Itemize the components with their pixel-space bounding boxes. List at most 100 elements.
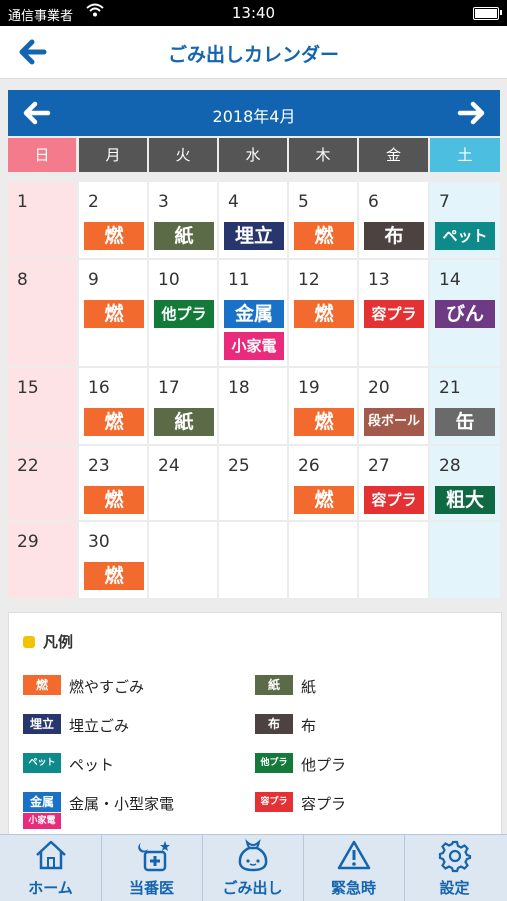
legend-badge: 埋立 (23, 714, 61, 734)
day-number: 22 (17, 456, 39, 476)
calendar-day-cell[interactable]: 4 埋立 (219, 182, 287, 258)
day-number: 25 (228, 456, 250, 476)
legend-badge: 布 (255, 714, 293, 734)
legend-item: 紙紙 (255, 675, 475, 697)
day-number: 8 (17, 270, 28, 290)
legend-badge: 容プラ (255, 792, 293, 812)
calendar-day-cell[interactable]: 7 ペット (430, 182, 500, 258)
calendar-day-cell[interactable]: 10 他プラ (149, 260, 217, 366)
battery-tip (500, 10, 502, 15)
gear-icon (438, 839, 472, 873)
tab-label: 緊急時 (330, 879, 376, 897)
day-number: 16 (88, 378, 110, 398)
calendar-day-cell[interactable]: 3紙 (149, 182, 217, 258)
legend-item: 埋立 埋立ごみ (23, 714, 243, 736)
day-number: 3 (158, 192, 169, 212)
weekday-label: 火 (149, 138, 217, 172)
legend-item: ペット ペット (23, 753, 243, 775)
day-number: 13 (368, 270, 390, 290)
calendar-day-cell[interactable]: 24 (149, 446, 217, 520)
garbage-badge-moeru: 燃 (294, 408, 354, 436)
calendar-day-cell[interactable]: 19 燃 (289, 368, 357, 444)
tab-label: ホーム (28, 879, 73, 897)
garbage-badge-moeru: 燃 (84, 408, 144, 436)
day-number: 19 (298, 378, 320, 398)
day-number: 5 (298, 192, 309, 212)
calendar-day-cell[interactable]: 8 (8, 260, 76, 366)
garbage-badge-kinzoku: 金属 (224, 300, 284, 328)
day-number: 21 (439, 378, 461, 398)
day-number: 28 (439, 456, 461, 476)
calendar-day-cell[interactable]: 30 燃 (79, 522, 147, 598)
legend-text: 紙 (301, 678, 317, 696)
day-number: 4 (228, 192, 239, 212)
tab-emergency[interactable]: 緊急時 (303, 835, 405, 901)
tab-garbage[interactable]: ごみ出し (202, 835, 304, 901)
calendar-day-cell (219, 522, 287, 598)
calendar-day-cell[interactable]: 20 段ボール (359, 368, 428, 444)
legend-item: 容プラ 容プラ (255, 792, 475, 814)
calendar-day-cell[interactable]: 22 (8, 446, 76, 520)
month-label: 2018年4月 (212, 107, 296, 126)
calendar-day-cell[interactable]: 2燃 (79, 182, 147, 258)
day-number: 15 (17, 378, 39, 398)
day-number: 18 (228, 378, 250, 398)
calendar-day-cell[interactable]: 29 (8, 522, 76, 598)
legend-text: 他プラ (301, 756, 347, 774)
calendar-day-cell[interactable]: 23 燃 (79, 446, 147, 520)
legend-text: 燃やすごみ (69, 678, 145, 696)
calendar-day-cell[interactable]: 15 (8, 368, 76, 444)
garbage-badge-moeru: 燃 (84, 486, 144, 514)
nav-bar: ごみ出しカレンダー (0, 26, 507, 79)
tab-label: 設定 (439, 879, 470, 897)
garbage-badge-kan: 缶 (435, 408, 495, 436)
weekday-label: 金 (359, 138, 428, 172)
legend-text: 金属・小型家電 (69, 795, 175, 813)
calendar-day-cell[interactable]: 9燃 (79, 260, 147, 366)
calendar-day-cell[interactable]: 12 燃 (289, 260, 357, 366)
calendar-day-cell[interactable]: 14 びん (430, 260, 500, 366)
tab-night-doctor[interactable]: 当番医 (101, 835, 203, 901)
tab-label: ごみ出し (222, 879, 283, 897)
home-icon (34, 839, 68, 871)
legend-panel: 凡例 燃燃やすごみ紙紙埋立 埋立ごみ布布ペット ペット 他プラ 他プラ 金属 小家電 金属・小… (8, 612, 502, 836)
calendar-day-cell[interactable]: 27 容プラ (359, 446, 428, 520)
calendar-header: 2018年4月 (8, 90, 500, 136)
calendar-day-cell[interactable]: 26 燃 (289, 446, 357, 520)
weekday-label: 木 (289, 138, 357, 172)
warning-icon (337, 839, 371, 871)
calendar-day-cell[interactable]: 5燃 (289, 182, 357, 258)
garbage-badge-umetate: 埋立 (224, 222, 284, 250)
calendar-day-cell[interactable]: 13 容プラ (359, 260, 428, 366)
garbage-badge-yopura: 容プラ (364, 300, 424, 328)
calendar-day-cell[interactable]: 1 (8, 182, 76, 258)
garbage-badge-moeru: 燃 (294, 222, 354, 250)
garbage-badge-danboru: 段ボール (364, 408, 424, 436)
garbage-badge-moeru: 燃 (294, 300, 354, 328)
calendar-day-cell[interactable]: 25 (219, 446, 287, 520)
legend-badge: ペット (23, 753, 61, 773)
calendar-day-cell[interactable]: 28 粗大 (430, 446, 500, 520)
weekday-label: 土 (430, 138, 500, 172)
tab-home[interactable]: ホーム (0, 835, 102, 901)
calendar-day-cell[interactable]: 11 金属 小家電 (219, 260, 287, 366)
legend-text: ペット (69, 756, 115, 774)
garbage-badge-bin: びん (435, 300, 495, 328)
day-number: 20 (368, 378, 390, 398)
calendar-day-cell[interactable]: 6布 (359, 182, 428, 258)
day-number: 24 (158, 456, 180, 476)
calendar-day-cell[interactable]: 16 燃 (79, 368, 147, 444)
weekday-label: 日 (8, 138, 76, 172)
garbage-badge-nuno: 布 (364, 222, 424, 250)
next-month-icon[interactable] (456, 99, 486, 127)
day-number: 9 (88, 270, 99, 290)
calendar-day-cell[interactable]: 17 紙 (149, 368, 217, 444)
day-number: 7 (439, 192, 450, 212)
calendar-day-cell[interactable]: 21 缶 (430, 368, 500, 444)
tab-bar: ホーム 当番医 ごみ出し 緊急時 設定 (0, 834, 507, 901)
garbage-badge-yopura: 容プラ (364, 486, 424, 514)
tab-settings[interactable]: 設定 (404, 835, 507, 901)
calendar-day-cell[interactable]: 18 (219, 368, 287, 444)
day-number: 14 (439, 270, 461, 290)
legend-badge-secondary: 小家電 (23, 813, 61, 829)
